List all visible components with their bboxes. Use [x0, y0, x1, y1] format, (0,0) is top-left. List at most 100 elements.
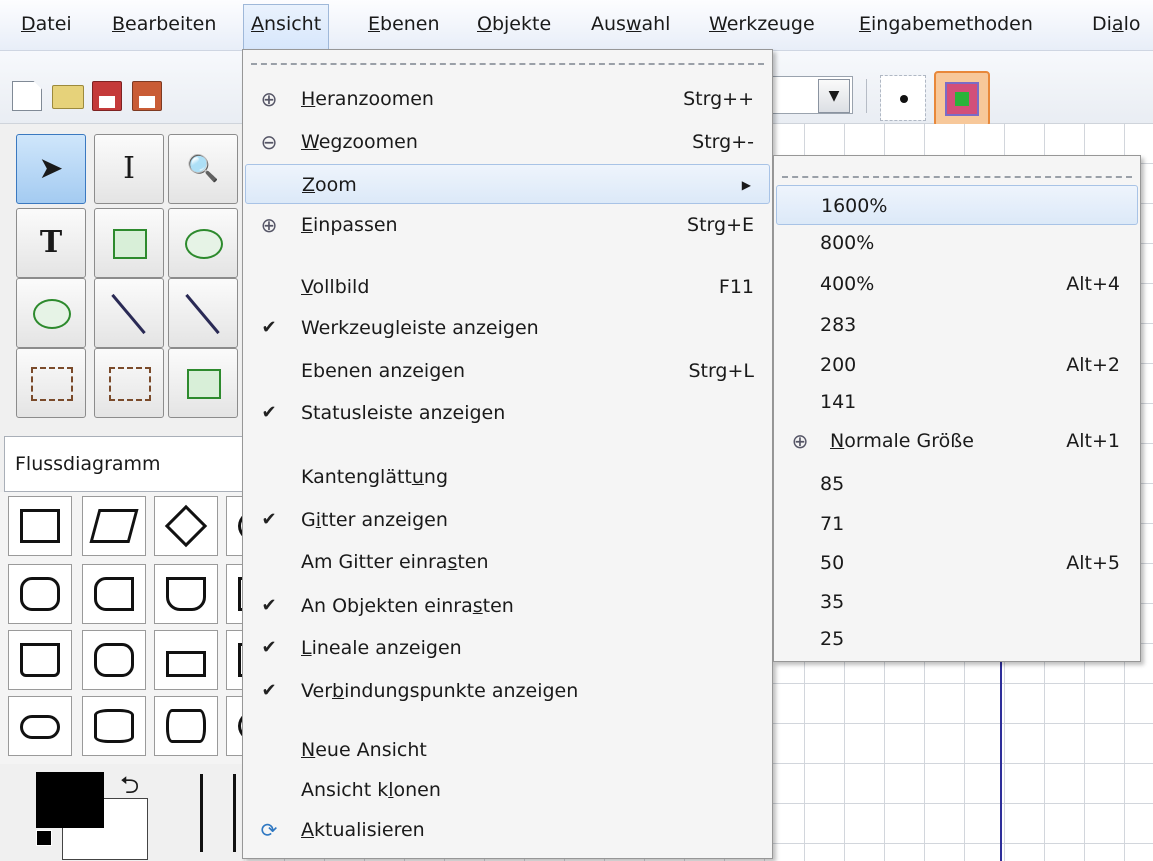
default-colors-icon[interactable] — [36, 830, 52, 846]
arc-tool-icon[interactable] — [168, 278, 238, 348]
shape-preparation[interactable] — [8, 564, 72, 624]
color-area: ⮌ — [0, 764, 245, 861]
snap-to-grid-icon[interactable] — [880, 75, 926, 121]
shortcut-label: Alt+2 — [1066, 354, 1120, 376]
zoom-submenu: 1600% 800% 400% Alt+4 283 200 Alt+2 141 ⊕ … — [773, 155, 1141, 662]
line-tool-icon[interactable] — [94, 278, 164, 348]
image-tool-icon[interactable] — [168, 348, 238, 418]
menu-item-refresh[interactable]: ⟳ Aktualisieren — [245, 810, 770, 850]
shortcut-label: Alt+5 — [1066, 552, 1120, 574]
shape-offpage[interactable] — [154, 564, 218, 624]
zoom-item-141[interactable]: 141 — [776, 382, 1138, 422]
zoom-in-icon: ⊕ — [260, 87, 278, 111]
menu-item-show-connection-points[interactable]: ✔ Verbindungspunkte anzeigen — [245, 671, 770, 711]
ellipse-box-tool-icon[interactable] — [168, 208, 238, 278]
dropdown-arrow-icon[interactable]: ▼ — [818, 79, 850, 113]
zoom-item-800[interactable]: 800% — [776, 223, 1138, 263]
shortcut-label: Strg++ — [683, 88, 754, 110]
menu-item-new-view[interactable]: Neue Ansicht — [245, 730, 770, 770]
shape-decision[interactable] — [154, 496, 218, 556]
text-tool-icon[interactable]: T — [16, 208, 86, 278]
shape-terminator[interactable] — [8, 696, 72, 756]
zoom-item-1600[interactable]: 1600% — [776, 185, 1138, 225]
shape-manual-operation[interactable] — [8, 630, 72, 690]
tearoff-line[interactable] — [782, 176, 1132, 178]
line-style-selector[interactable] — [200, 774, 236, 852]
shape-stored-data[interactable] — [82, 564, 146, 624]
check-icon: ✔ — [261, 680, 277, 701]
menu-item-show-statusbar[interactable]: ✔ Statusleiste anzeigen — [245, 393, 770, 433]
new-file-icon[interactable] — [12, 81, 42, 111]
object-core — [955, 92, 969, 106]
menu-dialoge[interactable]: Dialo — [1085, 5, 1147, 43]
menu-item-show-grid[interactable]: ✔ Gitter anzeigen — [245, 500, 770, 540]
menu-ansicht[interactable]: Ansicht — [243, 4, 330, 51]
grid-dot — [900, 95, 908, 103]
menubar: Datei Bearbeiten Ansicht Ebenen Objekte … — [0, 0, 1153, 51]
zoom-item-85[interactable]: 85 — [776, 464, 1138, 504]
shortcut-label: F11 — [718, 276, 754, 298]
check-icon: ✔ — [261, 595, 277, 616]
menu-item-zoom[interactable]: Zoom ▶ — [245, 164, 770, 204]
menu-item-zoom-out[interactable]: ⊖ Wegzoomen Strg+- — [245, 122, 770, 162]
menu-item-clone-view[interactable]: Ansicht klonen — [245, 770, 770, 810]
foreground-color-well[interactable] — [36, 772, 104, 828]
zoom-item-35[interactable]: 35 — [776, 582, 1138, 622]
shape-process[interactable] — [8, 496, 72, 556]
submenu-arrow-icon: ▶ — [741, 178, 751, 192]
menu-objekte[interactable]: Objekte — [470, 5, 558, 43]
view-menu: ⊕ Heranzoomen Strg++ ⊖ Wegzoomen Strg+- … — [242, 49, 773, 859]
shortcut-label: Alt+4 — [1066, 273, 1120, 295]
zoom-out-icon: ⊖ — [260, 130, 278, 154]
check-icon: ✔ — [261, 402, 277, 423]
bezier-line-tool-icon[interactable] — [94, 348, 164, 418]
menu-bearbeiten[interactable]: Bearbeiten — [105, 5, 223, 43]
zoom-item-71[interactable]: 71 — [776, 504, 1138, 544]
menu-ebenen[interactable]: Ebenen — [361, 5, 447, 43]
sheet-selector[interactable]: Flussdiagramm — [4, 436, 245, 492]
zoom-item-normal[interactable]: ⊕ Normale Größe Alt+1 — [776, 421, 1138, 461]
ellipse-tool-icon[interactable] — [16, 278, 86, 348]
save-as-icon[interactable] — [132, 81, 162, 111]
menu-auswahl[interactable]: Auswahl — [584, 5, 677, 43]
zoom-item-200[interactable]: 200 Alt+2 — [776, 345, 1138, 385]
refresh-icon: ⟳ — [260, 818, 278, 842]
menu-item-fit[interactable]: ⊕ Einpassen Strg+E — [245, 205, 770, 245]
zoom-item-400[interactable]: 400% Alt+4 — [776, 264, 1138, 304]
tearoff-line[interactable] — [251, 63, 764, 65]
shape-data[interactable] — [82, 496, 146, 556]
box-tool-icon[interactable] — [94, 208, 164, 278]
zoom-item-25[interactable]: 25 — [776, 619, 1138, 659]
menu-item-antialiasing[interactable]: Kantenglättung — [245, 457, 770, 497]
menu-item-zoom-in[interactable]: ⊕ Heranzoomen Strg++ — [245, 79, 770, 119]
object-frame — [945, 82, 979, 116]
zoom-item-283[interactable]: 283 — [776, 305, 1138, 345]
guide-line — [1000, 662, 1002, 861]
magnify-tool-icon[interactable]: 🔍 — [168, 134, 238, 204]
toolbar-separator — [866, 79, 867, 113]
zoom-combo[interactable]: ▼ — [772, 76, 853, 114]
snap-to-objects-icon[interactable] — [934, 71, 990, 127]
swap-colors-icon[interactable]: ⮌ — [120, 768, 139, 809]
shape-loop[interactable] — [82, 630, 146, 690]
shape-database[interactable] — [82, 696, 146, 756]
text-edit-tool-icon[interactable]: I — [94, 134, 164, 204]
menu-item-snap-objects[interactable]: ✔ An Objekten einrasten — [245, 586, 770, 626]
menu-item-fullscreen[interactable]: Vollbild F11 — [245, 267, 770, 307]
pointer-tool-icon[interactable]: ➤ — [16, 134, 86, 204]
shortcut-label: Strg+- — [692, 131, 754, 153]
open-folder-icon[interactable] — [52, 85, 84, 109]
shape-manual-input[interactable] — [154, 630, 218, 690]
menu-item-snap-grid[interactable]: Am Gitter einrasten — [245, 542, 770, 582]
menu-datei[interactable]: Datei — [14, 5, 79, 43]
menu-item-show-toolbar[interactable]: ✔ Werkzeugleiste anzeigen — [245, 308, 770, 348]
shape-direct-access[interactable] — [154, 696, 218, 756]
shortcut-label: Strg+E — [687, 214, 754, 236]
menu-werkzeuge[interactable]: Werkzeuge — [702, 5, 822, 43]
menu-item-show-layers[interactable]: Ebenen anzeigen Strg+L — [245, 351, 770, 391]
save-icon[interactable] — [92, 81, 122, 111]
menu-item-show-rulers[interactable]: ✔ Lineale anzeigen — [245, 628, 770, 668]
zigzag-line-tool-icon[interactable] — [16, 348, 86, 418]
zoom-item-50[interactable]: 50 Alt+5 — [776, 543, 1138, 583]
menu-eingabemethoden[interactable]: Eingabemethoden — [852, 5, 1040, 43]
